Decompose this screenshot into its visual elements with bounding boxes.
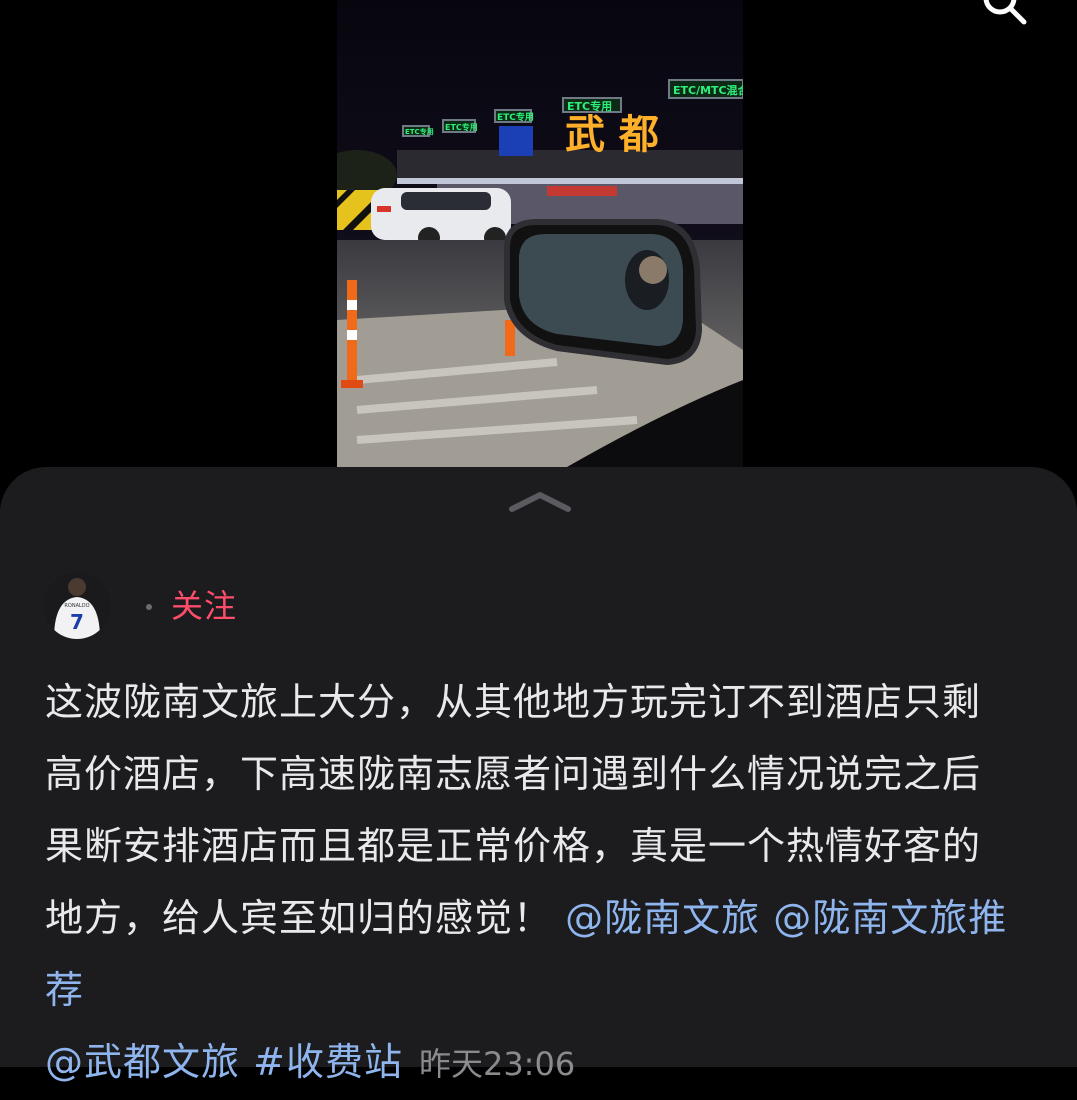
post-text-line: 地方，给人宾至如归的感觉！ @陇南文旅 @陇南文旅推荐 <box>45 882 1035 1026</box>
avatar-jersey-number: 7 <box>70 610 84 634</box>
post-timestamp: 昨天23:06 <box>418 1045 576 1083</box>
etc-sign-4: ETC专用 <box>567 99 612 113</box>
post-photo[interactable]: ETC专用 ETC专用 ETC专用 ETC专用 ETC/MTC混合 武 都 <box>337 0 743 467</box>
separator-dot <box>146 604 152 610</box>
etc-sign-2: ETC专用 <box>445 122 478 132</box>
post-text-line: 果断安排酒店而且都是正常价格，真是一个热情好客的 <box>45 824 982 868</box>
mention-wudu-tourism[interactable]: @武都文旅 <box>45 1040 240 1084</box>
post-text-tail: 地方，给人宾至如归的感觉！ <box>45 896 553 940</box>
avatar-jersey-name: RONALDO <box>64 603 89 609</box>
hashtag-toll-station[interactable]: #收费站 <box>253 1040 403 1084</box>
post-text: 这波陇南文旅上大分，从其他地方玩完订不到酒店只剩 高价酒店，下高速陇南志愿者问遇… <box>45 666 1035 1100</box>
expand-chevron-icon[interactable] <box>508 489 572 513</box>
post-text-line: 这波陇南文旅上大分，从其他地方玩完订不到酒店只剩 <box>45 680 982 724</box>
search-icon[interactable] <box>980 0 1030 28</box>
post-text-line: 高价酒店，下高速陇南志愿者问遇到什么情况说完之后 <box>45 752 982 796</box>
etc-mtc-sign: ETC/MTC混合 <box>673 83 743 97</box>
station-name: 武 都 <box>565 112 659 158</box>
post-text-line: @武都文旅 #收费站 昨天23:06 <box>45 1026 1035 1100</box>
etc-sign-3: ETC专用 <box>497 111 534 123</box>
avatar[interactable]: RONALDO 7 <box>44 573 110 639</box>
mention-longnan-tourism[interactable]: @陇南文旅 <box>565 896 760 940</box>
follow-button[interactable]: 关注 <box>171 584 237 628</box>
etc-sign-1: ETC专用 <box>405 127 434 136</box>
